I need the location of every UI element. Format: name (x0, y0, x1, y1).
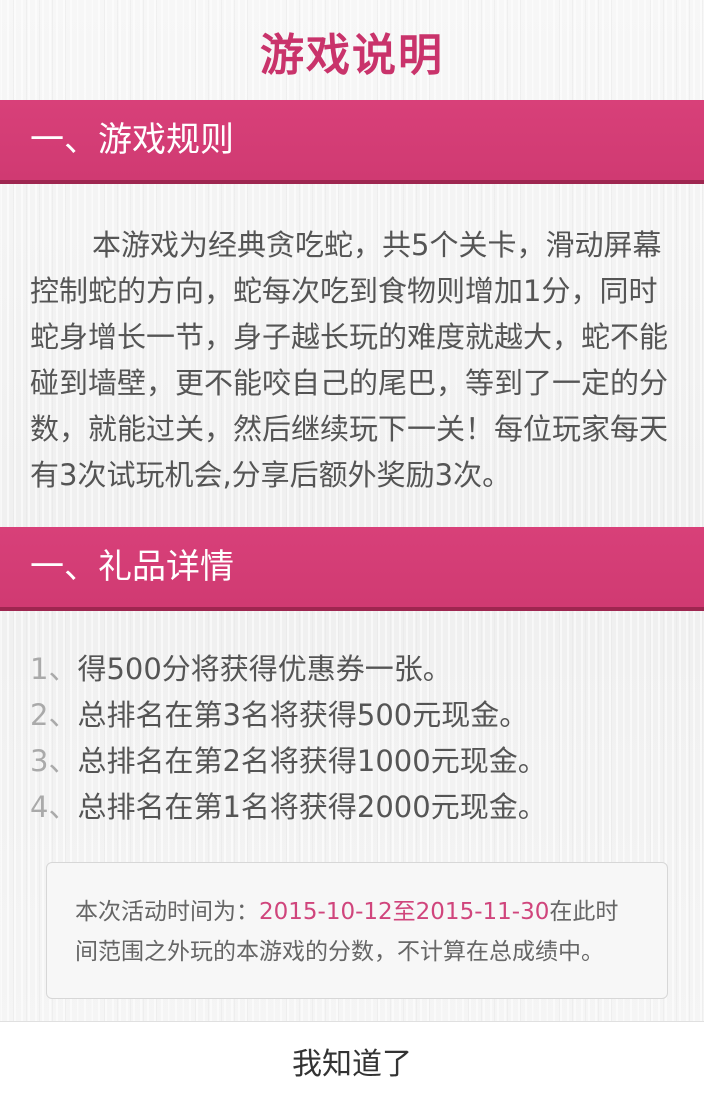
activity-notice-box: 本次活动时间为：2015-10-12至2015-11-30在此时间范围之外玩的本… (46, 862, 668, 999)
rules-section-header: 一、游戏规则 (0, 100, 704, 184)
prize-list: 1、得500分将获得优惠券一张。 2、总排名在第3名将获得500元现金。 3、总… (30, 646, 680, 830)
prize-text: 总排名在第2名将获得1000元现金。 (77, 744, 547, 778)
prize-number: 2、 (30, 698, 78, 732)
gifts-section-header: 一、礼品详情 (0, 527, 704, 611)
prize-item: 1、得500分将获得优惠券一张。 (30, 646, 680, 692)
page-title: 游戏说明 (260, 30, 444, 81)
prize-text: 得500分将获得优惠券一张。 (77, 652, 452, 686)
rules-description: 本游戏为经典贪吃蛇，共5个关卡，滑动屏幕控制蛇的方向，蛇每次吃到食物则增加1分，… (30, 228, 669, 492)
gifts-section-title: 一、礼品详情 (30, 547, 234, 587)
prize-item: 4、总排名在第1名将获得2000元现金。 (30, 784, 680, 830)
prize-text: 总排名在第3名将获得500元现金。 (77, 698, 529, 732)
prize-number: 3、 (30, 744, 78, 778)
prize-text: 总排名在第1名将获得2000元现金。 (77, 790, 547, 824)
prize-item: 2、总排名在第3名将获得500元现金。 (30, 692, 680, 738)
got-it-button[interactable]: 我知道了 (0, 1021, 704, 1110)
rules-section-title: 一、游戏规则 (30, 120, 234, 160)
notice-prefix: 本次活动时间为： (75, 899, 259, 925)
prize-number: 1、 (30, 652, 78, 686)
prize-number: 4、 (30, 790, 78, 824)
notice-date-range: 2015-10-12至2015-11-30 (259, 899, 550, 925)
prize-item: 3、总排名在第2名将获得1000元现金。 (30, 738, 680, 784)
